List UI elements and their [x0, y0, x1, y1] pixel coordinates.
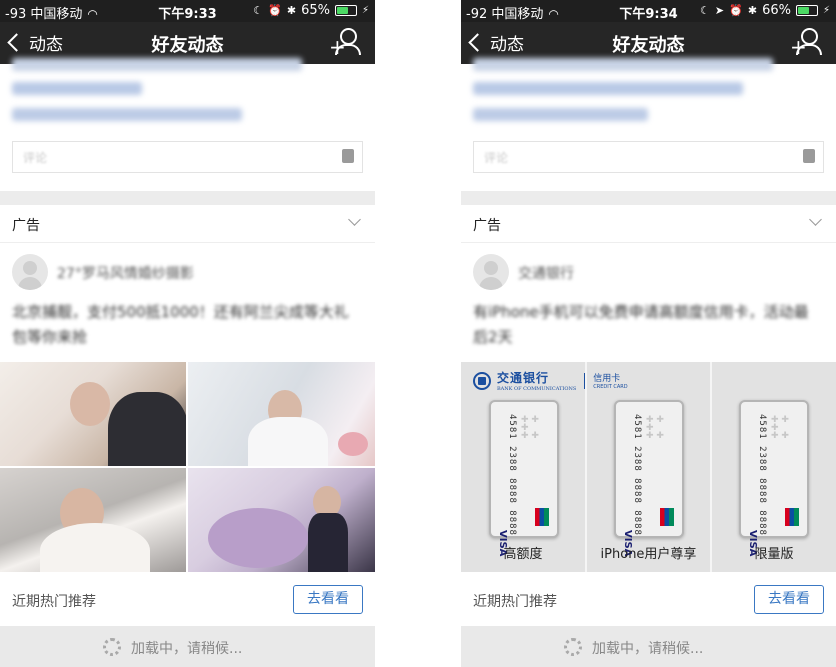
battery-icon — [334, 5, 357, 16]
moon-icon: ☾ — [253, 4, 264, 17]
ad-header: 广告 — [461, 205, 836, 243]
credit-card-image: 4581 2388 8888 8888 ✚ ✚ ✚ ✚ ✚ VISA — [489, 400, 559, 556]
ad-author[interactable]: 交通银行 — [518, 263, 574, 283]
ad-text: 有iPhone手机可以免费申请高额度信用卡，活动最后2天 — [473, 303, 809, 346]
comment-input[interactable]: 评论 — [473, 141, 824, 173]
status-bar: -93 中国移动 ◠ 下午9:33 ☾ ⏰ ✱ 65% ⚡ — [0, 0, 375, 22]
bank-name-en: BANK OF COMMUNICATIONS — [497, 386, 577, 392]
credit-card-label: 信用卡 — [593, 374, 621, 384]
bluetooth-icon: ✱ — [286, 4, 297, 17]
add-friend-button[interactable]: + — [329, 28, 361, 58]
spinner-icon — [564, 638, 582, 656]
page-title: 好友动态 — [151, 35, 224, 56]
avatar[interactable] — [12, 254, 48, 290]
wedding-photo[interactable] — [188, 362, 375, 466]
trash-icon[interactable] — [803, 149, 815, 163]
blurred-comment-line — [473, 58, 773, 71]
battery-percent: 65% — [301, 3, 330, 18]
ad-author[interactable]: 27°罗马风情婚纱摄影 — [57, 263, 194, 283]
charging-icon: ⚡ — [822, 5, 830, 16]
right-phone-screen: -92 中国移动 ◠ 下午9:34 ☾ ➤ ⏰ ✱ 66% ⚡ 动态 好友动态 +… — [461, 0, 836, 667]
credit-card-ad-image[interactable]: 交通银行 BANK OF COMMUNICATIONS 信用卡 CREDIT C… — [461, 362, 836, 572]
avatar[interactable] — [473, 254, 509, 290]
add-friend-button[interactable]: + — [790, 28, 822, 58]
comment-input[interactable]: 评论 — [12, 141, 363, 173]
unionpay-logo — [660, 508, 674, 526]
bank-logo-icon — [473, 371, 491, 390]
left-phone-screen: -93 中国移动 ◠ 下午9:33 ☾ ⏰ ✱ 65% ⚡ 动态 好友动态 + 评… — [0, 0, 375, 667]
card-caption: iPhone用户尊享 — [600, 547, 697, 562]
charging-icon: ⚡ — [361, 5, 369, 16]
card-number: 4581 2388 8888 8888 — [757, 414, 767, 536]
unionpay-logo — [535, 508, 549, 526]
card-number: 4581 2388 8888 8888 — [632, 414, 642, 536]
blurred-comment-line — [12, 58, 302, 71]
credit-card-image: 4581 2388 8888 8888 ✚ ✚ ✚ ✚ ✚ VISA — [739, 400, 809, 556]
ad-text: 北京捕靓，支付500抵1000！还有阿兰尖成等大礼包等你来抢 — [12, 303, 349, 346]
recommend-bar: 近期热门推荐 去看看 — [0, 572, 375, 626]
loading-text: 加载中，请稍候... — [592, 641, 704, 657]
feed: 评论 广告 交通银行 有iPhone手机可以免费申请高额度信用卡，活动最后2天 … — [461, 58, 836, 667]
chevron-down-icon[interactable] — [809, 213, 822, 226]
trash-icon[interactable] — [342, 149, 354, 163]
loading-text: 加载中，请稍候... — [131, 641, 243, 657]
ad-label: 广告 — [12, 218, 40, 234]
battery-percent: 66% — [762, 3, 791, 18]
spinner-icon — [103, 638, 121, 656]
credit-card-label-en: CREDIT CARD — [593, 384, 628, 390]
page-title: 好友动态 — [612, 35, 685, 56]
section-divider — [461, 191, 836, 205]
comment-placeholder: 评论 — [23, 151, 48, 165]
alarm-icon: ⏰ — [729, 4, 743, 17]
ad-photo-grid[interactable] — [0, 362, 375, 572]
blurred-comment-line — [473, 108, 648, 121]
card-caption: 高额度 — [503, 547, 543, 562]
chevron-down-icon[interactable] — [348, 213, 361, 226]
location-icon: ➤ — [714, 4, 725, 17]
recommend-label: 近期热门推荐 — [473, 594, 557, 610]
blurred-comment-line — [12, 82, 142, 95]
loading-bar: 加载中，请稍候... — [461, 626, 836, 667]
wedding-photo[interactable] — [0, 468, 186, 572]
blurred-comment-line — [473, 82, 743, 95]
status-bar: -92 中国移动 ◠ 下午9:34 ☾ ➤ ⏰ ✱ 66% ⚡ — [461, 0, 836, 22]
wedding-photo[interactable] — [0, 362, 186, 466]
ad-header: 广告 — [0, 205, 375, 243]
unionpay-logo — [785, 508, 799, 526]
bank-logo-banner: 交通银行 BANK OF COMMUNICATIONS 信用卡 CREDIT C… — [473, 369, 628, 392]
battery-icon — [795, 5, 818, 16]
moon-icon: ☾ — [700, 4, 710, 17]
recommend-label: 近期热门推荐 — [12, 594, 96, 610]
go-see-button[interactable]: 去看看 — [293, 585, 363, 614]
recommend-bar: 近期热门推荐 去看看 — [461, 572, 836, 626]
bluetooth-icon: ✱ — [747, 4, 758, 17]
go-see-button[interactable]: 去看看 — [754, 585, 824, 614]
credit-card-image: 4581 2388 8888 8888 ✚ ✚ ✚ ✚ ✚ VISA — [614, 400, 684, 556]
bank-name-cn: 交通银行 — [497, 371, 550, 385]
comment-placeholder: 评论 — [484, 151, 509, 165]
ad-label: 广告 — [473, 218, 501, 234]
card-number: 4581 2388 8888 8888 — [507, 414, 517, 536]
blurred-comment-line — [12, 108, 242, 121]
section-divider — [0, 191, 375, 205]
card-caption: 限量版 — [754, 547, 794, 562]
feed: 评论 广告 27°罗马风情婚纱摄影 北京捕靓，支付500抵1000！还有阿兰尖成… — [0, 58, 375, 667]
wedding-photo[interactable] — [188, 468, 375, 572]
loading-bar: 加载中，请稍候... — [0, 626, 375, 667]
alarm-icon: ⏰ — [268, 4, 282, 17]
